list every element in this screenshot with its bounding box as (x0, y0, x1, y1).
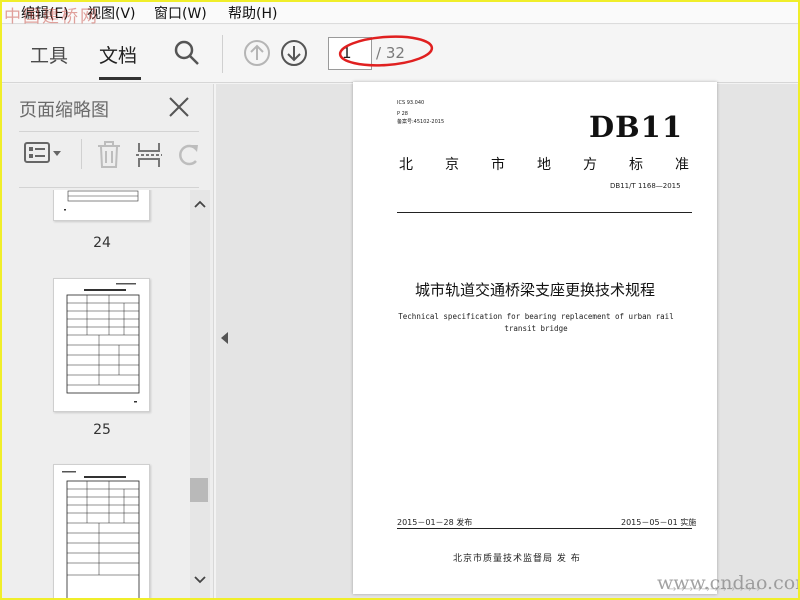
menu-help[interactable]: 帮助(H) (228, 3, 277, 23)
standard-mark: DB11 (589, 110, 684, 144)
annotation-ellipse (338, 35, 434, 67)
delete-page-icon[interactable] (96, 141, 122, 173)
menu-bar: 编辑(E) 视图(V) 窗口(W) 帮助(H) (2, 2, 798, 24)
active-tab-indicator (99, 77, 141, 80)
menu-window[interactable]: 窗口(W) (154, 3, 207, 23)
standard-category: 北 京 市 地 方 标 准 (399, 154, 689, 174)
standard-code: DB11/T 1168—2015 (610, 182, 681, 190)
panel-tool-divider (81, 139, 82, 169)
header-char: 市 (491, 157, 505, 173)
scrollbar-thumb[interactable] (190, 478, 208, 502)
next-page-icon[interactable] (279, 38, 309, 68)
ics-code: ICS 93.040 (397, 100, 425, 106)
header-char: 北 (399, 157, 413, 173)
thumbnail-page-26[interactable] (53, 464, 150, 598)
previous-page-icon[interactable] (242, 38, 272, 68)
document-title-cn: 城市轨道交通桥梁支座更换技术规程 (414, 281, 655, 299)
header-char: 京 (445, 157, 459, 173)
search-icon[interactable] (172, 38, 202, 68)
header-char: 准 (675, 157, 689, 173)
toolbar-divider (222, 35, 223, 73)
thumbnail-list: 24 25 (2, 190, 192, 598)
record-number: 备案号:45102-2015 (397, 119, 445, 125)
header-char: 方 (583, 157, 597, 173)
document-title-en: Technical specification for bearing repl… (398, 312, 674, 333)
tab-document[interactable]: 文档 (99, 41, 137, 68)
p-code: P 28 (397, 111, 408, 117)
release-date: 2015－01－28 发布 (397, 518, 473, 527)
implement-date: 2015－05－01 实施 (621, 518, 697, 527)
header-char: 地 (537, 157, 551, 173)
thumbnail-label: 25 (93, 422, 111, 438)
watermark-top: 中国建桥网 (4, 7, 99, 27)
extract-page-icon[interactable] (136, 141, 162, 173)
panel-divider (19, 187, 199, 188)
thumbnail-scrollbar[interactable] (190, 190, 210, 598)
scroll-down-icon[interactable] (194, 576, 206, 584)
app-window: 编辑(E) 视图(V) 窗口(W) 帮助(H) 中国建桥网 工具 文档 1 / … (2, 2, 798, 598)
thumbnail-panel-title: 页面缩略图 (19, 100, 109, 121)
thumbnail-page-25[interactable] (53, 278, 150, 412)
header-char: 标 (629, 157, 643, 173)
toolbar: 工具 文档 1 / 32 (2, 25, 798, 83)
rotate-page-icon[interactable] (176, 141, 202, 173)
thumbnail-options-icon[interactable] (24, 141, 62, 169)
header-rule (397, 212, 692, 213)
issuer: 北京市质量技术监督局 发 布 (453, 554, 581, 564)
tab-tools[interactable]: 工具 (30, 41, 68, 68)
thumbnail-page-24[interactable] (53, 190, 150, 221)
close-icon[interactable] (168, 96, 190, 122)
scroll-up-icon[interactable] (194, 200, 206, 208)
watermark-bottom: www.cndao.com (657, 572, 798, 594)
collapse-panel-icon[interactable] (221, 332, 228, 344)
footer-rule (397, 528, 692, 529)
thumbnail-label: 24 (93, 235, 111, 251)
document-page: ICS 93.040 P 28 备案号:45102-2015 DB11 北 京 … (353, 82, 717, 594)
panel-divider (19, 131, 199, 132)
